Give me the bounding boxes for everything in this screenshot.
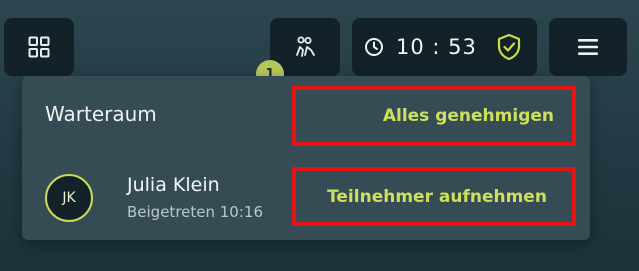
approve-all-button[interactable]: Alles genehmigen <box>292 86 576 146</box>
people-icon <box>296 36 315 57</box>
waiting-room-panel: Warteraum Alles genehmigen JK Julia Klei… <box>22 76 590 240</box>
waiting-room-title: Warteraum <box>45 102 157 126</box>
participant-name: Julia Klein <box>127 174 220 196</box>
grid-view-button[interactable] <box>4 18 74 76</box>
clock-icon <box>365 38 383 56</box>
meeting-time: 10 : 53 <box>396 35 477 59</box>
participant-joined-time: Beigetreten 10:16 <box>127 203 263 221</box>
time-status-chip: 10 : 53 <box>352 18 537 76</box>
hamburger-icon <box>578 39 598 55</box>
menu-button[interactable] <box>549 18 627 76</box>
admit-participant-button[interactable]: Teilnehmer aufnehmen <box>292 167 576 226</box>
shield-check-icon <box>496 33 522 61</box>
grid-icon <box>28 36 50 58</box>
avatar: JK <box>45 174 93 222</box>
